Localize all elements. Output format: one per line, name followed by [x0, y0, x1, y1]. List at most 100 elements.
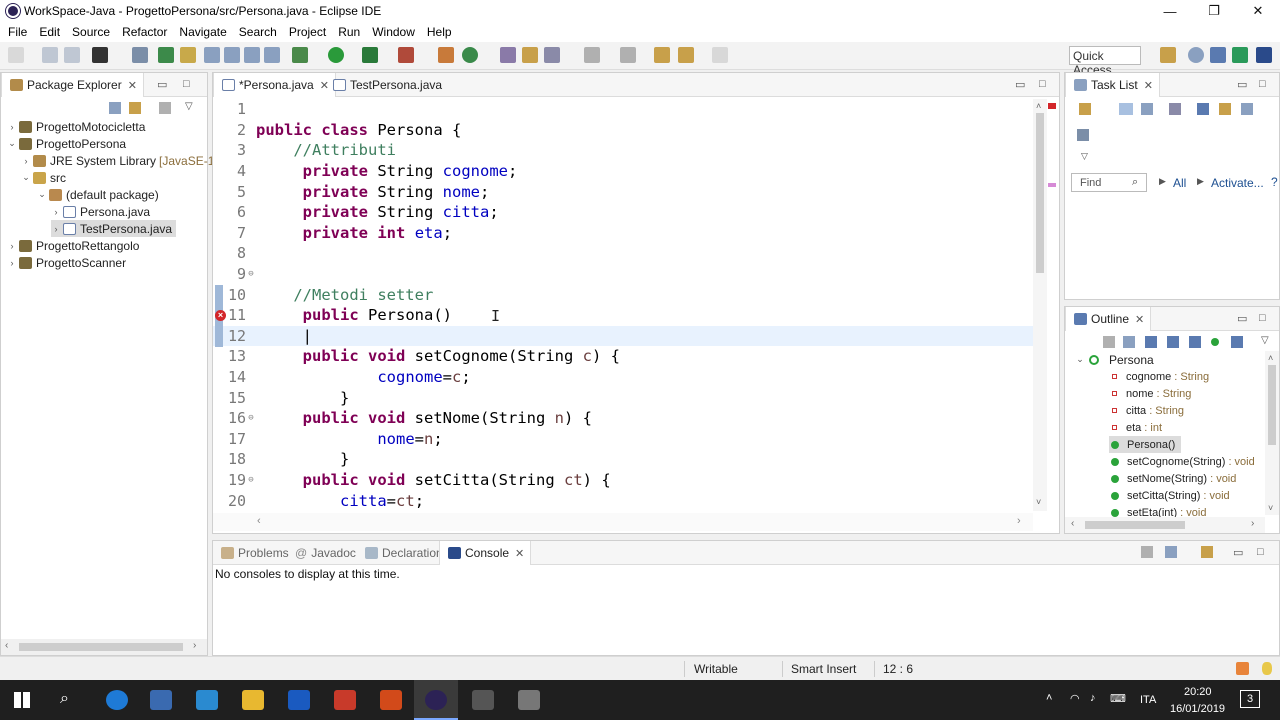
minimize-icon[interactable]: ▭: [157, 78, 167, 91]
chevron-down-icon[interactable]: ⌄: [7, 138, 17, 149]
code-line[interactable]: 15 }: [213, 387, 1033, 408]
language-indicator[interactable]: ITA: [1140, 694, 1156, 706]
close-icon[interactable]: ✕: [515, 547, 524, 560]
occurrence-overview-icon[interactable]: [1048, 183, 1056, 187]
forward-icon[interactable]: [712, 47, 728, 63]
tab-task-list[interactable]: Task List ✕: [1065, 73, 1160, 97]
code-line[interactable]: 7 private int eta;: [213, 223, 1033, 244]
toggle-block-icon[interactable]: [204, 47, 220, 63]
outline-item-field[interactable]: nome: String: [1109, 385, 1191, 402]
notifications-icon[interactable]: 3: [1240, 690, 1260, 708]
chevron-right-icon[interactable]: ›: [7, 258, 17, 268]
maximize-icon[interactable]: □: [183, 78, 190, 90]
network-icon[interactable]: ◠: [1070, 692, 1080, 705]
hide-nonpublic-icon[interactable]: [1211, 338, 1219, 346]
all-link[interactable]: All: [1173, 176, 1186, 190]
code-line[interactable]: 11 public Persona(): [213, 305, 1033, 326]
word-wrap-icon[interactable]: [224, 47, 240, 63]
mail-icon[interactable]: [334, 690, 356, 710]
open-console-icon[interactable]: [1201, 546, 1213, 558]
fold-toggle-icon[interactable]: ⊖: [246, 475, 256, 485]
chevron-right-icon[interactable]: ›: [21, 156, 31, 166]
clock-time[interactable]: 20:20: [1184, 686, 1212, 698]
scroll-right-icon[interactable]: ›: [193, 640, 196, 651]
menu-help[interactable]: Help: [421, 25, 458, 39]
chevron-down-icon[interactable]: ⌄: [21, 172, 31, 183]
outline-vertical-scrollbar[interactable]: ˄ ˅: [1265, 351, 1279, 515]
menu-run[interactable]: Run: [332, 25, 366, 39]
sort-icon[interactable]: [1145, 336, 1157, 348]
fold-toggle-icon[interactable]: ⊖: [246, 269, 256, 279]
outline-item-method[interactable]: setNome(String): void: [1109, 470, 1236, 487]
debug-skip-icon[interactable]: [92, 47, 108, 63]
tree-item-persona-java[interactable]: › Persona.java: [51, 203, 151, 220]
collapse-all-icon[interactable]: [1123, 336, 1135, 348]
plugin-perspective-icon[interactable]: [1256, 47, 1272, 63]
code-line[interactable]: 4 private String cognome;: [213, 161, 1033, 182]
clock-date[interactable]: 16/01/2019: [1170, 703, 1225, 715]
tip-icon[interactable]: [1262, 662, 1272, 675]
code-area[interactable]: 1 2 public class Persona {3 //Attributi 4 p…: [213, 99, 1033, 510]
activate-link[interactable]: Activate...: [1211, 176, 1264, 190]
tab-declaration[interactable]: Declaration: [357, 541, 449, 565]
outline-horizontal-scrollbar[interactable]: ‹ ›: [1065, 517, 1265, 533]
scroll-down-icon[interactable]: ˅: [1268, 503, 1273, 513]
code-line[interactable]: 8: [213, 243, 1033, 264]
menu-navigate[interactable]: Navigate: [173, 25, 232, 39]
outline-item-method[interactable]: setCitta(String): void: [1109, 487, 1230, 504]
next-annotation-icon[interactable]: [584, 47, 600, 63]
tree-item-progettomotocicletta[interactable]: › ProgettoMotocicletta: [7, 118, 146, 135]
code-line[interactable]: 3 //Attributi: [213, 140, 1033, 161]
java-perspective-icon[interactable]: [1210, 47, 1226, 63]
outline-item-field[interactable]: cognome: String: [1109, 368, 1209, 385]
collapse-all-icon[interactable]: [1241, 103, 1253, 115]
outline-item-field[interactable]: citta: String: [1109, 402, 1184, 419]
minimize-icon[interactable]: ▭: [1237, 78, 1247, 91]
code-line[interactable]: 18 }: [213, 449, 1033, 470]
edge-icon[interactable]: [106, 690, 128, 710]
code-line[interactable]: 5 private String nome;: [213, 181, 1033, 202]
tree-item-testpersona-java[interactable]: › TestPersona.java: [51, 220, 177, 237]
tab-persona-java[interactable]: *Persona.java ✕: [213, 73, 336, 97]
scroll-up-icon[interactable]: ˄: [1036, 101, 1041, 111]
minimize-icon[interactable]: ▭: [1015, 78, 1025, 91]
close-icon[interactable]: ✕: [128, 79, 137, 92]
tree-item-jre-system-library[interactable]: › JRE System Library [JavaSE-1.8: [21, 152, 225, 169]
tab-package-explorer[interactable]: Package Explorer ✕: [1, 73, 144, 97]
new-class-icon[interactable]: [462, 47, 478, 63]
paragraph-icon[interactable]: [264, 47, 280, 63]
fold-toggle-icon[interactable]: ⊖: [246, 413, 256, 423]
outline-item-method[interactable]: setCognome(String): void: [1109, 453, 1255, 470]
error-overview-icon[interactable]: [1048, 103, 1056, 109]
new-java-project-icon[interactable]: [438, 47, 454, 63]
hide-static-icon[interactable]: [1189, 336, 1201, 348]
scroll-down-icon[interactable]: ˅: [1036, 497, 1041, 507]
scroll-left-icon[interactable]: ‹: [257, 515, 261, 527]
save-all-icon[interactable]: [64, 47, 80, 63]
code-line[interactable]: 9 ⊖: [213, 264, 1033, 285]
close-icon[interactable]: ✕: [1135, 313, 1144, 326]
tree-item-progettopersona[interactable]: ⌄ ProgettoPersona: [7, 135, 126, 152]
collapse-all-icon[interactable]: [109, 102, 121, 114]
scheduled-icon[interactable]: [1141, 103, 1153, 115]
minimize-button[interactable]: —: [1148, 0, 1192, 22]
categorized-icon[interactable]: [1119, 103, 1133, 115]
chevron-down-icon[interactable]: ⌄: [1075, 354, 1085, 365]
search-icon[interactable]: [522, 47, 538, 63]
app-m-icon[interactable]: [288, 690, 310, 710]
last-edit-icon[interactable]: [654, 47, 670, 63]
code-line[interactable]: 19 ⊖ public void setCitta(String ct) {: [213, 470, 1033, 491]
scroll-thumb[interactable]: [1036, 113, 1044, 273]
scroll-thumb[interactable]: [1268, 365, 1276, 445]
maximize-icon[interactable]: □: [1259, 312, 1266, 324]
coverage-icon[interactable]: [362, 47, 378, 63]
chevron-right-icon[interactable]: ›: [51, 224, 61, 234]
rss-icon[interactable]: [1236, 662, 1249, 675]
previous-annotation-icon[interactable]: [620, 47, 636, 63]
code-line[interactable]: 14 cognome=c;: [213, 367, 1033, 388]
horizontal-scrollbar[interactable]: ‹ ›: [1, 639, 207, 655]
focus-icon[interactable]: [1103, 336, 1115, 348]
tree-item-progettorettangolo[interactable]: › ProgettoRettangolo: [7, 237, 140, 254]
refactor-icon[interactable]: [544, 47, 560, 63]
vertical-scrollbar[interactable]: ˄ ˅: [1033, 99, 1047, 511]
